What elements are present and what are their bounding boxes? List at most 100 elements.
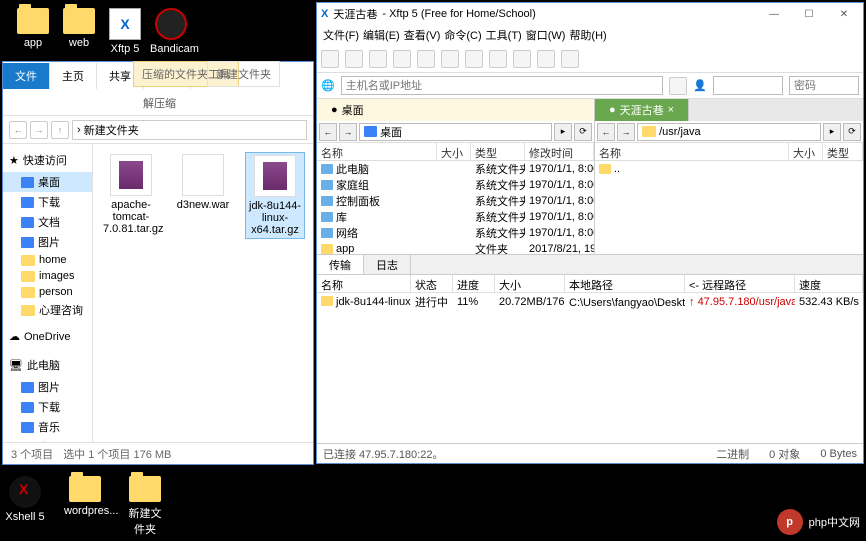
- transfer-row[interactable]: jdk-8u144-linux-x6... 进行中 11% 20.72MB/17…: [317, 293, 863, 311]
- address-path[interactable]: › 新建文件夹: [72, 120, 307, 140]
- taskbar-icon-newfolder[interactable]: 新建文件夹: [124, 476, 166, 537]
- remote-back-button[interactable]: ←: [597, 123, 615, 141]
- tab-transfer[interactable]: 传输: [317, 255, 364, 274]
- list-item[interactable]: 此电脑系统文件夹1970/1/1, 8:00: [317, 161, 594, 177]
- col-size[interactable]: 大小: [437, 143, 471, 160]
- nav-item-home[interactable]: home: [3, 252, 92, 268]
- remote-tab[interactable]: ● 天涯古巷 ×: [595, 99, 689, 121]
- col-name[interactable]: 名称: [317, 143, 437, 160]
- toolbar-upload-icon[interactable]: [465, 50, 483, 68]
- remote-path-input[interactable]: /usr/java: [637, 123, 821, 141]
- menu-view[interactable]: 查看(V): [404, 27, 441, 43]
- toolbar-sync-icon[interactable]: [441, 50, 459, 68]
- desktop-icon-xftp[interactable]: XXftp 5: [104, 8, 146, 55]
- list-item[interactable]: 网络系统文件夹1970/1/1, 8:00: [317, 225, 594, 241]
- nav-this-pc[interactable]: 🖥 此电脑: [3, 353, 92, 377]
- close-button[interactable]: ✕: [829, 4, 859, 24]
- remote-fwd-button[interactable]: →: [617, 123, 635, 141]
- password-input[interactable]: [789, 76, 859, 95]
- connect-dropdown-icon[interactable]: [669, 77, 687, 95]
- list-item[interactable]: ..: [595, 161, 863, 177]
- menu-command[interactable]: 命令(C): [444, 27, 481, 43]
- nav-item-downloads[interactable]: 下载: [3, 192, 92, 212]
- remote-refresh-button[interactable]: ⟳: [843, 123, 861, 141]
- nav-item-pictures2[interactable]: 图片: [3, 377, 92, 397]
- tcol-size[interactable]: 大小: [495, 275, 565, 292]
- remote-file-list[interactable]: ..: [595, 161, 863, 254]
- local-fwd-button[interactable]: →: [339, 123, 357, 141]
- toolbar-help-icon[interactable]: [561, 50, 579, 68]
- nav-item-person[interactable]: person: [3, 284, 92, 300]
- tab-log[interactable]: 日志: [364, 255, 411, 274]
- local-refresh-button[interactable]: ⟳: [574, 123, 592, 141]
- explorer-tab-home[interactable]: 主页: [50, 63, 97, 89]
- ribbon-new-cmd[interactable]: 新建文件夹: [207, 61, 280, 87]
- desktop-icon-bandicam[interactable]: Bandicam: [150, 8, 192, 55]
- list-item[interactable]: 控制面板系统文件夹1970/1/1, 8:00: [317, 193, 594, 209]
- toolbar-settings-icon[interactable]: [537, 50, 555, 68]
- tcol-local[interactable]: 本地路径: [565, 275, 685, 292]
- nav-item-documents[interactable]: 文档: [3, 212, 92, 232]
- menu-window[interactable]: 窗口(W): [526, 27, 566, 43]
- menu-help[interactable]: 帮助(H): [569, 27, 606, 43]
- nav-item-images[interactable]: images: [3, 268, 92, 284]
- menu-edit[interactable]: 编辑(E): [363, 27, 400, 43]
- taskbar-icon-wordpress[interactable]: wordpres...: [64, 476, 106, 537]
- file-item[interactable]: d3new.war: [173, 152, 233, 213]
- toolbar-view-icon[interactable]: [513, 50, 531, 68]
- tcol-progress[interactable]: 进度: [453, 275, 495, 292]
- menu-file[interactable]: 文件(F): [323, 27, 359, 43]
- nav-back-button[interactable]: ←: [9, 121, 27, 139]
- nav-item-pictures[interactable]: 图片: [3, 232, 92, 252]
- maximize-button[interactable]: ☐: [794, 4, 824, 24]
- toolbar-new-icon[interactable]: [321, 50, 339, 68]
- explorer-file-list[interactable]: apache-tomcat-7.0.81.tar.gz d3new.war jd…: [93, 144, 313, 442]
- local-back-button[interactable]: ←: [319, 123, 337, 141]
- tcol-speed[interactable]: 速度: [795, 275, 863, 292]
- toolbar-refresh-icon[interactable]: [417, 50, 435, 68]
- watermark-text: php中文网: [809, 514, 860, 530]
- user-input[interactable]: [713, 76, 783, 95]
- file-item-selected[interactable]: jdk-8u144-linux-x64.tar.gz: [245, 152, 305, 239]
- tcol-remote[interactable]: <- 远程路径: [685, 275, 795, 292]
- nav-item-music[interactable]: 音乐: [3, 417, 92, 437]
- list-item[interactable]: 库系统文件夹1970/1/1, 8:00: [317, 209, 594, 225]
- toolbar-download-icon[interactable]: [489, 50, 507, 68]
- minimize-button[interactable]: —: [759, 4, 789, 24]
- taskbar-icon-xshell[interactable]: Xshell 5: [4, 476, 46, 537]
- col-size[interactable]: 大小: [789, 143, 823, 160]
- local-tab[interactable]: ● 桌面: [317, 99, 595, 121]
- tcol-status[interactable]: 状态: [411, 275, 453, 292]
- nav-item-downloads2[interactable]: 下载: [3, 397, 92, 417]
- toolbar-disconnect-icon[interactable]: [393, 50, 411, 68]
- desktop-icon-app[interactable]: app: [12, 8, 54, 49]
- local-path-input[interactable]: 桌面: [359, 123, 552, 141]
- toolbar-open-icon[interactable]: [345, 50, 363, 68]
- col-type[interactable]: 类型: [823, 143, 863, 160]
- host-input[interactable]: [341, 76, 664, 95]
- nav-onedrive[interactable]: ☁ OneDrive: [3, 326, 92, 347]
- col-type[interactable]: 类型: [471, 143, 525, 160]
- tcol-name[interactable]: 名称: [317, 275, 411, 292]
- local-go-button[interactable]: ▸: [554, 123, 572, 141]
- toolbar-connect-icon[interactable]: [369, 50, 387, 68]
- nav-fwd-button[interactable]: →: [30, 121, 48, 139]
- xftp-titlebar[interactable]: X 天涯古巷 - Xftp 5 (Free for Home/School) —…: [317, 3, 863, 25]
- list-item[interactable]: app文件夹2017/8/21, 19:16: [317, 241, 594, 254]
- path-segment[interactable]: 新建文件夹: [84, 122, 139, 138]
- nav-item-psych[interactable]: 心理咨询: [3, 300, 92, 320]
- nav-up-button[interactable]: ↑: [51, 121, 69, 139]
- menu-tools[interactable]: 工具(T): [486, 27, 522, 43]
- remote-go-button[interactable]: ▸: [823, 123, 841, 141]
- local-file-list[interactable]: 此电脑系统文件夹1970/1/1, 8:00家庭组系统文件夹1970/1/1, …: [317, 161, 594, 254]
- desktop-icon-web[interactable]: web: [58, 8, 100, 49]
- explorer-tab-file[interactable]: 文件: [3, 63, 50, 89]
- file-item[interactable]: apache-tomcat-7.0.81.tar.gz: [101, 152, 161, 237]
- col-date[interactable]: 修改时间: [525, 143, 594, 160]
- tab-close-icon[interactable]: ×: [668, 104, 674, 116]
- list-item[interactable]: 家庭组系统文件夹1970/1/1, 8:00: [317, 177, 594, 193]
- col-name[interactable]: 名称: [595, 143, 789, 160]
- nav-quick-access[interactable]: ★ 快速访问: [3, 148, 92, 172]
- ribbon-extract-cmd[interactable]: 解压缩: [143, 95, 176, 111]
- nav-item-desktop[interactable]: 桌面: [3, 172, 92, 192]
